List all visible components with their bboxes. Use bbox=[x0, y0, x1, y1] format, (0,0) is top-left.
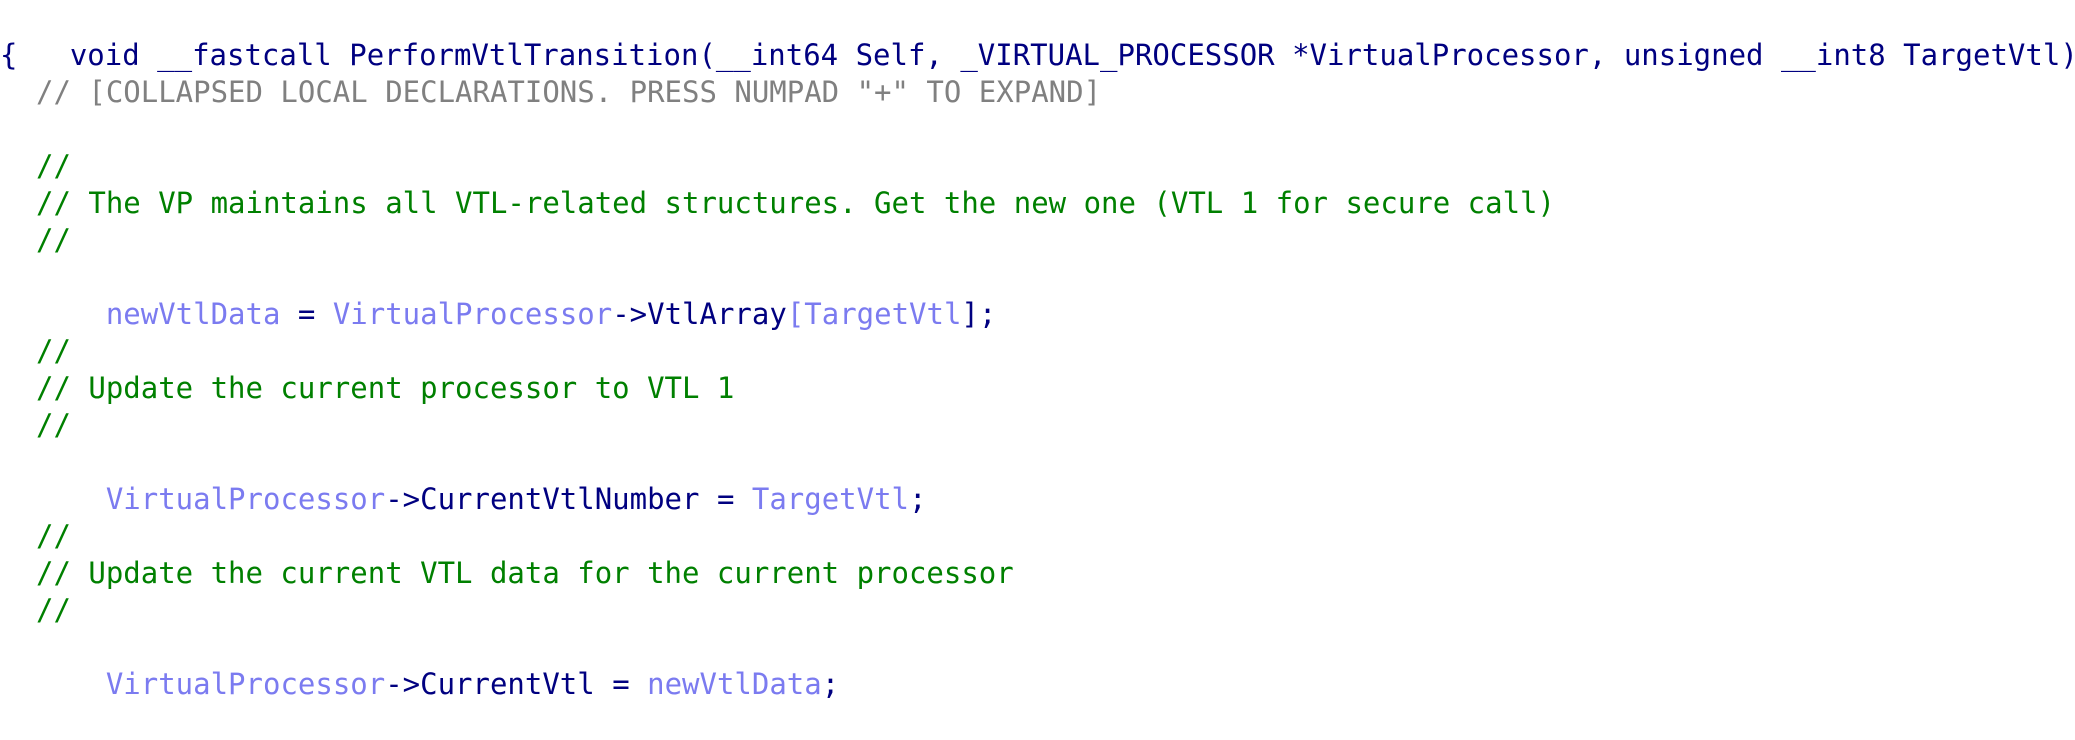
param-target-vtl[interactable]: unsigned __int8 TargetVtl bbox=[1624, 38, 2061, 72]
open-brace: { bbox=[0, 38, 18, 72]
function-signature[interactable]: void __fastcall PerformVtlTransition(__i… bbox=[0, 0, 2075, 72]
assign-operator: = bbox=[280, 297, 333, 331]
param-self[interactable]: __int64 Self bbox=[716, 38, 926, 72]
semicolon: ; bbox=[978, 297, 997, 331]
param-separator: , bbox=[925, 38, 961, 72]
param-virtual-processor[interactable]: _VIRTUAL_PROCESSOR *VirtualProcessor bbox=[960, 38, 1589, 72]
statement-new-vtl-data: newVtlData = VirtualProcessor->VtlArray[… bbox=[0, 259, 997, 331]
param-separator: , bbox=[1588, 38, 1624, 72]
calling-convention: __fastcall bbox=[157, 38, 332, 72]
comment-line: // The VP maintains all VTL-related stru… bbox=[36, 186, 1555, 220]
collapsed-declarations[interactable]: // [COLLAPSED LOCAL DECLARATIONS. PRESS … bbox=[0, 74, 1101, 111]
field-currentvtl[interactable]: CurrentVtl bbox=[420, 667, 595, 701]
comment-line: // bbox=[36, 593, 71, 627]
variable-virtualprocessor[interactable]: VirtualProcessor bbox=[106, 667, 385, 701]
function-name[interactable]: PerformVtlTransition bbox=[349, 38, 698, 72]
variable-virtualprocessor[interactable]: VirtualProcessor bbox=[333, 297, 612, 331]
comment-line: // Update the current processor to VTL 1 bbox=[36, 371, 735, 405]
variable-virtualprocessor[interactable]: VirtualProcessor bbox=[106, 482, 385, 516]
comment-line: // Update the current VTL data for the c… bbox=[36, 556, 1014, 590]
field-vtlarray[interactable]: VtlArray bbox=[647, 297, 787, 331]
statement-current-vtl: VirtualProcessor->CurrentVtl = newVtlDat… bbox=[0, 629, 839, 701]
variable-newvtldata[interactable]: newVtlData bbox=[647, 667, 822, 701]
bracket-open: [ bbox=[786, 297, 805, 331]
comment-line: // bbox=[36, 223, 71, 257]
statement-current-vtl-number: VirtualProcessor->CurrentVtlNumber = Tar… bbox=[0, 444, 927, 516]
comment-line: // bbox=[36, 149, 71, 183]
arrow-operator: -> bbox=[385, 482, 421, 516]
semicolon: ; bbox=[909, 482, 927, 516]
bracket-close: ] bbox=[961, 297, 979, 331]
variable-targetvtl[interactable]: TargetVtl bbox=[804, 297, 961, 331]
paren-close: ) bbox=[2060, 38, 2075, 72]
arrow-operator: -> bbox=[612, 297, 648, 331]
comment-line: // bbox=[36, 408, 71, 442]
assign-operator: = bbox=[699, 482, 752, 516]
pseudocode-view[interactable]: void __fastcall PerformVtlTransition(__i… bbox=[0, 0, 2075, 701]
variable-targetvtl[interactable]: TargetVtl bbox=[752, 482, 909, 516]
comment-line: // bbox=[36, 519, 71, 553]
return-type: void bbox=[69, 38, 140, 72]
field-currentvtlnumber[interactable]: CurrentVtlNumber bbox=[420, 482, 699, 516]
paren-open: ( bbox=[698, 38, 716, 72]
assign-operator: = bbox=[594, 667, 648, 701]
semicolon: ; bbox=[821, 667, 840, 701]
comment-line: // bbox=[36, 334, 71, 368]
variable-newvtldata[interactable]: newVtlData bbox=[106, 297, 281, 331]
arrow-operator: -> bbox=[385, 667, 421, 701]
